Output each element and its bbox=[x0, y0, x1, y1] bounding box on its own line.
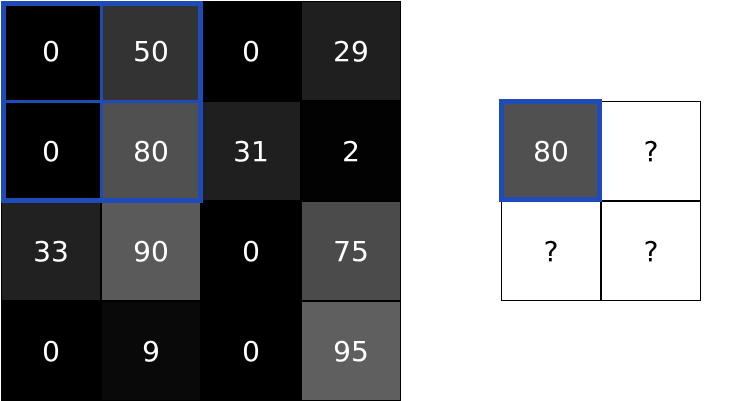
input-cell-1-0: 0 bbox=[1, 101, 101, 201]
input-cell-0-1: 50 bbox=[101, 1, 201, 101]
input-cell-1-3: 2 bbox=[301, 101, 401, 201]
input-cell-3-1: 9 bbox=[101, 301, 201, 401]
output-cell-1-1: ? bbox=[601, 201, 701, 301]
input-cell-3-3: 95 bbox=[301, 301, 401, 401]
input-cell-0-3: 29 bbox=[301, 1, 401, 101]
output-cell-0-1: ? bbox=[601, 101, 701, 201]
input-cell-2-2: 0 bbox=[201, 201, 301, 301]
input-cell-3-0: 0 bbox=[1, 301, 101, 401]
input-cell-2-3: 75 bbox=[301, 201, 401, 301]
input-cell-2-1: 90 bbox=[101, 201, 201, 301]
output-cell-0-0: 80 bbox=[501, 101, 601, 201]
output-matrix: 80 ? ? ? bbox=[501, 101, 701, 301]
input-cell-1-1: 80 bbox=[101, 101, 201, 201]
input-cell-0-0: 0 bbox=[1, 1, 101, 101]
input-cell-3-2: 0 bbox=[201, 301, 301, 401]
input-cell-1-2: 31 bbox=[201, 101, 301, 201]
output-cell-1-0: ? bbox=[501, 201, 601, 301]
pooling-window-divider-horizontal bbox=[1, 100, 203, 103]
input-matrix: 0 50 0 29 0 80 31 2 33 90 0 75 0 9 0 95 bbox=[1, 1, 401, 401]
input-cell-2-0: 33 bbox=[1, 201, 101, 301]
input-cell-0-2: 0 bbox=[201, 1, 301, 101]
